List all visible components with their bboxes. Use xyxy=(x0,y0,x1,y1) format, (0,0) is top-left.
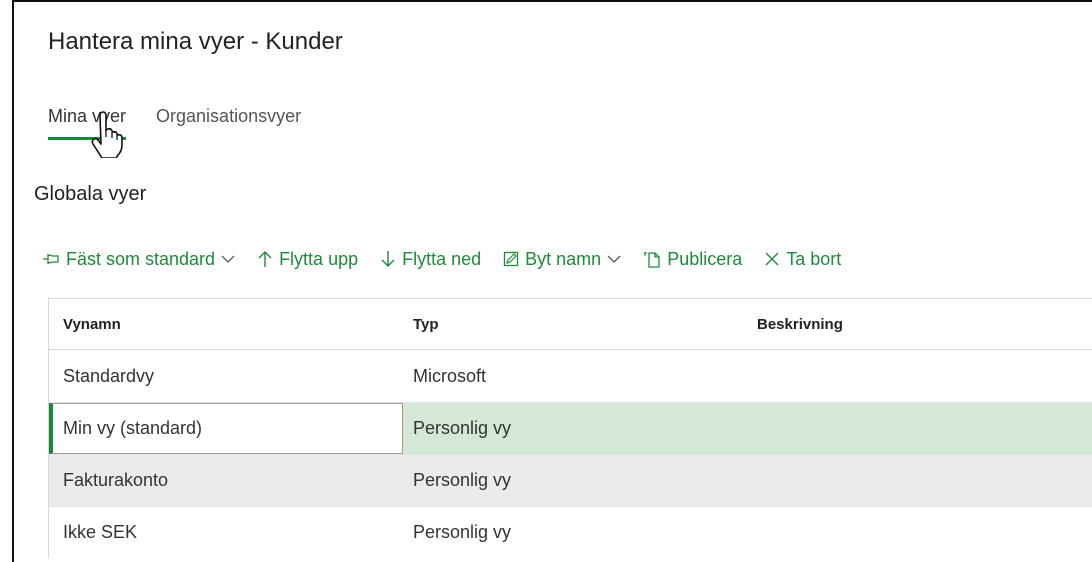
table-row[interactable]: Ikke SEK Personlig vy xyxy=(48,506,1092,558)
cell-description xyxy=(757,507,1092,558)
hand-cursor-icon xyxy=(91,111,123,158)
delete-label: Ta bort xyxy=(786,248,842,269)
rename-button[interactable]: Byt namn xyxy=(503,249,621,270)
dialog-title: Hantera mina vyer - Kunder xyxy=(48,28,343,55)
cell-type: Personlig vy xyxy=(413,522,512,542)
column-header-description[interactable]: Beskrivning xyxy=(757,299,1092,349)
pin-icon xyxy=(43,254,59,264)
publish-button[interactable]: Publicera xyxy=(643,249,742,270)
move-down-button[interactable]: Flytta ned xyxy=(380,249,481,270)
publish-icon xyxy=(644,252,660,268)
move-up-label: Flytta upp xyxy=(279,248,359,269)
arrow-down-icon xyxy=(381,251,395,267)
cell-type: Personlig vy xyxy=(413,470,512,490)
rename-label: Byt namn xyxy=(525,248,602,269)
delete-button[interactable]: Ta bort xyxy=(764,249,841,270)
move-down-label: Flytta ned xyxy=(402,248,482,269)
manage-views-dialog: Hantera mina vyer - Kunder Mina vyer Org… xyxy=(12,0,1092,562)
table-row[interactable]: Standardvy Microsoft xyxy=(48,350,1092,402)
cell-view-name[interactable]: Min vy (standard) xyxy=(49,403,403,454)
table-row[interactable]: Fakturakonto Personlig vy xyxy=(48,454,1092,506)
column-header-view-name[interactable]: Vynamn xyxy=(49,299,403,349)
cell-type: Microsoft xyxy=(413,365,487,386)
close-icon xyxy=(765,252,779,266)
cell-description xyxy=(757,403,1092,454)
column-header-type[interactable]: Typ xyxy=(403,299,757,349)
chevron-down-icon xyxy=(607,255,621,263)
rename-icon xyxy=(504,251,519,267)
cell-description xyxy=(757,455,1092,506)
views-grid: Vynamn Typ Beskrivning Standardvy Micros… xyxy=(48,298,1092,558)
section-title: Globala vyer xyxy=(34,183,147,205)
pin-as-default-button[interactable]: Fäst som standard xyxy=(42,249,235,270)
chevron-down-icon xyxy=(221,255,235,263)
view-toolbar: Fäst som standard Flytta upp Flytta ned … xyxy=(42,244,841,274)
grid-header: Vynamn Typ Beskrivning xyxy=(48,298,1092,350)
view-tabs: Mina vyer Organisationsvyer xyxy=(48,106,301,140)
cell-description xyxy=(757,350,1092,402)
publish-label: Publicera xyxy=(667,248,743,269)
cell-view-name: Fakturakonto xyxy=(63,470,169,490)
cell-view-name: Ikke SEK xyxy=(63,522,138,542)
cell-type: Personlig vy xyxy=(413,418,512,438)
move-up-button[interactable]: Flytta upp xyxy=(257,249,358,270)
table-row-selected[interactable]: Min vy (standard) Personlig vy xyxy=(48,402,1092,454)
tab-organization-views[interactable]: Organisationsvyer xyxy=(156,106,301,140)
cell-view-name: Standardvy xyxy=(63,365,155,386)
pin-as-default-label: Fäst som standard xyxy=(66,248,216,269)
arrow-up-icon xyxy=(258,251,272,267)
